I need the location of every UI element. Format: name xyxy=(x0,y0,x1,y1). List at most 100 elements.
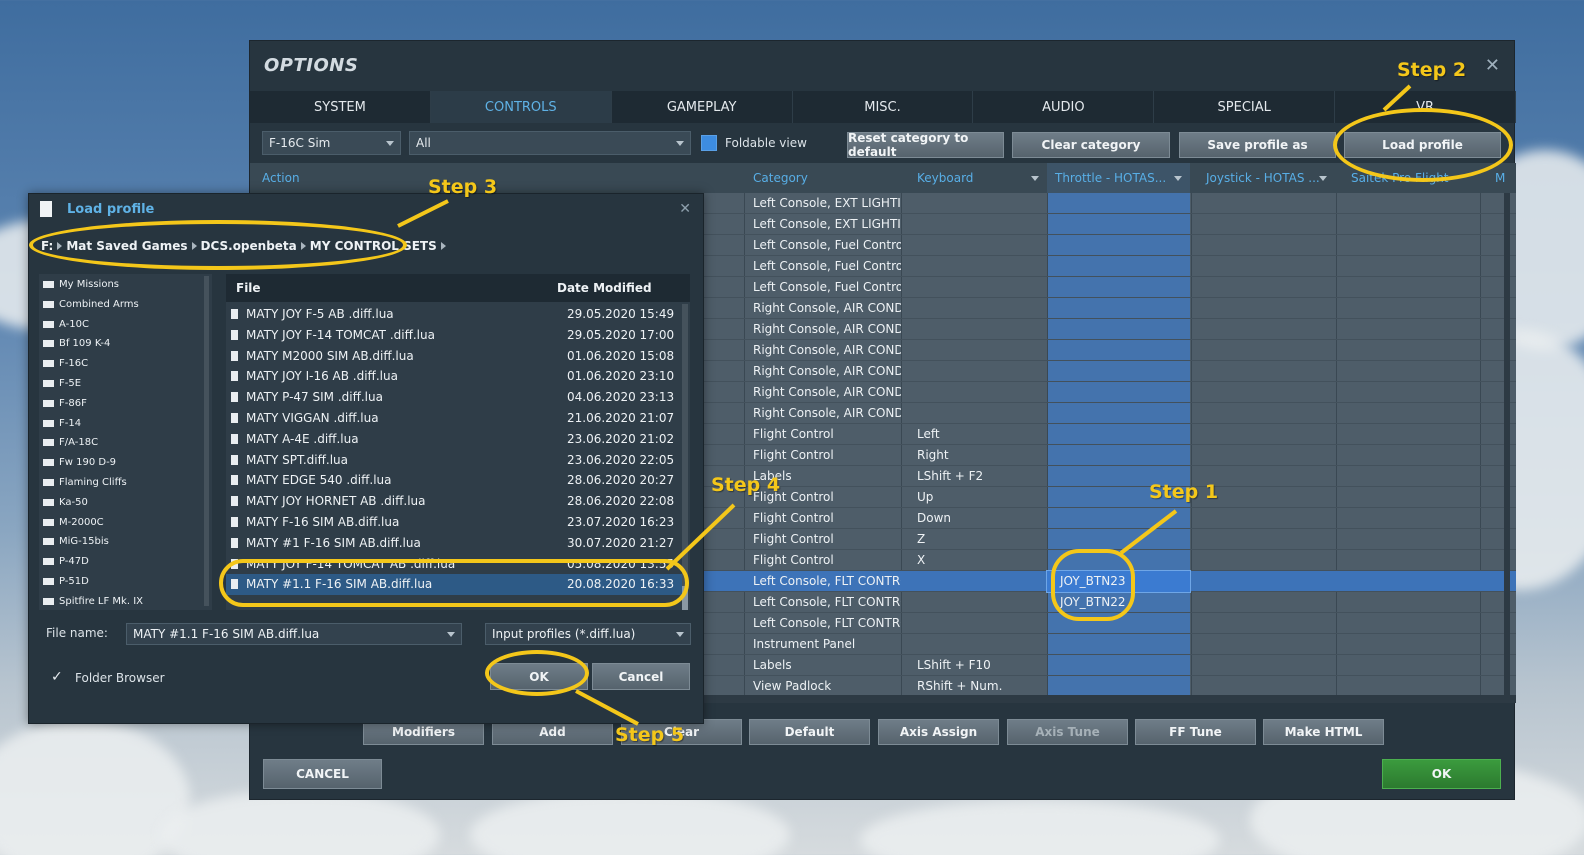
ff-tune-button[interactable]: FF Tune xyxy=(1135,719,1256,745)
throttle-cell[interactable] xyxy=(1047,235,1190,256)
folder-item[interactable]: F-16C xyxy=(39,354,199,373)
column-date-modified[interactable]: Date Modified xyxy=(557,274,652,302)
folder-item[interactable]: F/A-18C xyxy=(39,433,199,452)
folder-browser-checkbox[interactable]: ✓ xyxy=(51,670,65,684)
folder-item[interactable]: Spitfire LF Mk. IX xyxy=(39,592,199,610)
keyboard-cell[interactable] xyxy=(917,298,1045,319)
keyboard-cell[interactable]: Up xyxy=(917,487,1045,508)
file-row[interactable]: MATY P-47 SIM .diff.lua 04.06.2020 23:13 xyxy=(226,387,682,408)
file-row[interactable]: MATY #1 F-16 SIM AB.diff.lua 30.07.2020 2… xyxy=(226,533,682,554)
keyboard-cell[interactable] xyxy=(917,571,1045,592)
keyboard-cell[interactable]: Down xyxy=(917,508,1045,529)
throttle-cell[interactable] xyxy=(1047,634,1190,655)
file-row[interactable]: MATY JOY I-16 AB .diff.lua 01.06.2020 23:… xyxy=(226,366,682,387)
tab-misc[interactable]: MISC. xyxy=(793,91,974,123)
keyboard-cell[interactable]: LShift + F10 xyxy=(917,655,1045,676)
file-row[interactable]: MATY JOY F-14 TOMCAT .diff.lua 29.05.2020… xyxy=(226,325,682,346)
keyboard-cell[interactable] xyxy=(917,634,1045,655)
folder-item[interactable]: MiG-15bis xyxy=(39,532,199,551)
keyboard-cell[interactable] xyxy=(917,361,1045,382)
throttle-cell[interactable] xyxy=(1047,424,1190,445)
keyboard-cell[interactable]: Right xyxy=(917,445,1045,466)
keyboard-cell[interactable] xyxy=(917,382,1045,403)
throttle-cell[interactable] xyxy=(1047,445,1190,466)
keyboard-cell[interactable] xyxy=(917,256,1045,277)
file-row[interactable]: MATY JOY F-5 AB .diff.lua 29.05.2020 15:4… xyxy=(226,304,682,325)
folder-item[interactable]: M-2000C xyxy=(39,513,199,532)
tab-gameplay[interactable]: GAMEPLAY xyxy=(612,91,793,123)
folder-item[interactable]: Ka-50 xyxy=(39,493,199,512)
file-row[interactable]: MATY EDGE 540 .diff.lua 28.06.2020 20:27 xyxy=(226,470,682,491)
tab-audio[interactable]: AUDIO xyxy=(973,91,1155,123)
throttle-cell[interactable] xyxy=(1047,529,1190,550)
keyboard-cell[interactable] xyxy=(917,592,1045,613)
throttle-cell[interactable] xyxy=(1047,319,1190,340)
column-category[interactable]: Category xyxy=(745,163,900,193)
throttle-cell[interactable] xyxy=(1047,676,1190,697)
throttle-cell[interactable] xyxy=(1047,361,1190,382)
category-select[interactable]: All xyxy=(409,131,691,155)
folder-item[interactable]: My Missions xyxy=(39,275,199,294)
foldable-view-checkbox[interactable] xyxy=(701,135,717,151)
keyboard-cell[interactable] xyxy=(917,235,1045,256)
file-row[interactable]: MATY M2000 SIM AB.diff.lua 01.06.2020 15:… xyxy=(226,346,682,367)
column-file[interactable]: File xyxy=(236,274,261,302)
file-row[interactable]: MATY JOY HORNET AB .diff.lua 28.06.2020 2… xyxy=(226,491,682,512)
reset-category-button[interactable]: Reset category to default xyxy=(847,131,1004,159)
folder-item[interactable]: Flaming Cliffs xyxy=(39,473,199,492)
options-ok-button[interactable]: OK xyxy=(1382,759,1501,789)
file-row[interactable]: MATY F-16 SIM AB.diff.lua 23.07.2020 16:2… xyxy=(226,512,682,533)
throttle-cell[interactable] xyxy=(1047,655,1190,676)
throttle-cell[interactable] xyxy=(1047,193,1190,214)
keyboard-cell[interactable] xyxy=(917,277,1045,298)
keyboard-cell[interactable]: RShift + Num. xyxy=(917,676,1045,697)
file-type-filter[interactable]: Input profiles (*.diff.lua) xyxy=(485,623,691,645)
folder-item[interactable]: Bf 109 K-4 xyxy=(39,334,199,353)
default-button[interactable]: Default xyxy=(749,719,870,745)
throttle-cell[interactable] xyxy=(1047,256,1190,277)
options-cancel-button[interactable]: CANCEL xyxy=(263,759,382,789)
folder-item[interactable]: F-5E xyxy=(39,374,199,393)
tab-special[interactable]: SPECIAL xyxy=(1154,91,1336,123)
clear-category-button[interactable]: Clear category xyxy=(1012,132,1170,158)
file-list-scrollbar[interactable] xyxy=(682,304,688,604)
make-html-button[interactable]: Make HTML xyxy=(1263,719,1384,745)
folder-item[interactable]: F-86F xyxy=(39,394,199,413)
file-name-field[interactable]: MATY #1.1 F-16 SIM AB.diff.lua xyxy=(126,623,462,645)
throttle-cell[interactable] xyxy=(1047,277,1190,298)
folder-item[interactable]: P-47D xyxy=(39,552,199,571)
keyboard-cell[interactable] xyxy=(917,214,1045,235)
folder-item[interactable]: F-14 xyxy=(39,414,199,433)
tab-controls[interactable]: CONTROLS xyxy=(430,91,612,123)
axis-tune-button[interactable]: Axis Tune xyxy=(1007,719,1128,745)
axis-assign-button[interactable]: Axis Assign xyxy=(878,719,999,745)
keyboard-cell[interactable]: Z xyxy=(917,529,1045,550)
throttle-cell[interactable] xyxy=(1047,508,1190,529)
keyboard-cell[interactable]: X xyxy=(917,550,1045,571)
folder-item[interactable]: P-51D xyxy=(39,572,199,591)
keyboard-cell[interactable] xyxy=(917,193,1045,214)
close-icon[interactable]: ✕ xyxy=(1485,55,1500,76)
throttle-cell[interactable] xyxy=(1047,298,1190,319)
file-row[interactable]: MATY A-4E .diff.lua 23.06.2020 21:02 xyxy=(226,429,682,450)
throttle-cell[interactable] xyxy=(1047,214,1190,235)
tab-system[interactable]: SYSTEM xyxy=(250,91,431,123)
keyboard-cell[interactable] xyxy=(917,613,1045,634)
keyboard-cell[interactable] xyxy=(917,403,1045,424)
keyboard-cell[interactable]: Left xyxy=(917,424,1045,445)
throttle-cell[interactable] xyxy=(1047,403,1190,424)
save-profile-button[interactable]: Save profile as xyxy=(1179,132,1336,158)
keyboard-cell[interactable] xyxy=(917,319,1045,340)
file-row[interactable]: MATY VIGGAN .diff.lua 21.06.2020 21:07 xyxy=(226,408,682,429)
folder-item[interactable]: Fw 190 D-9 xyxy=(39,453,199,472)
dialog-cancel-button[interactable]: Cancel xyxy=(592,663,690,690)
close-icon[interactable]: ✕ xyxy=(679,201,691,217)
aircraft-select[interactable]: F-16C Sim xyxy=(262,131,401,155)
keyboard-cell[interactable] xyxy=(917,340,1045,361)
file-row[interactable]: MATY SPT.diff.lua 23.06.2020 22:05 xyxy=(226,450,682,471)
folder-item[interactable]: A-10C xyxy=(39,315,199,334)
keyboard-cell[interactable]: LShift + F2 xyxy=(917,466,1045,487)
grid-vertical-scrollbar[interactable] xyxy=(1504,193,1510,703)
column-joystick[interactable]: Joystick - HOTAS ... xyxy=(1198,163,1335,193)
folder-item[interactable]: Combined Arms xyxy=(39,295,199,314)
